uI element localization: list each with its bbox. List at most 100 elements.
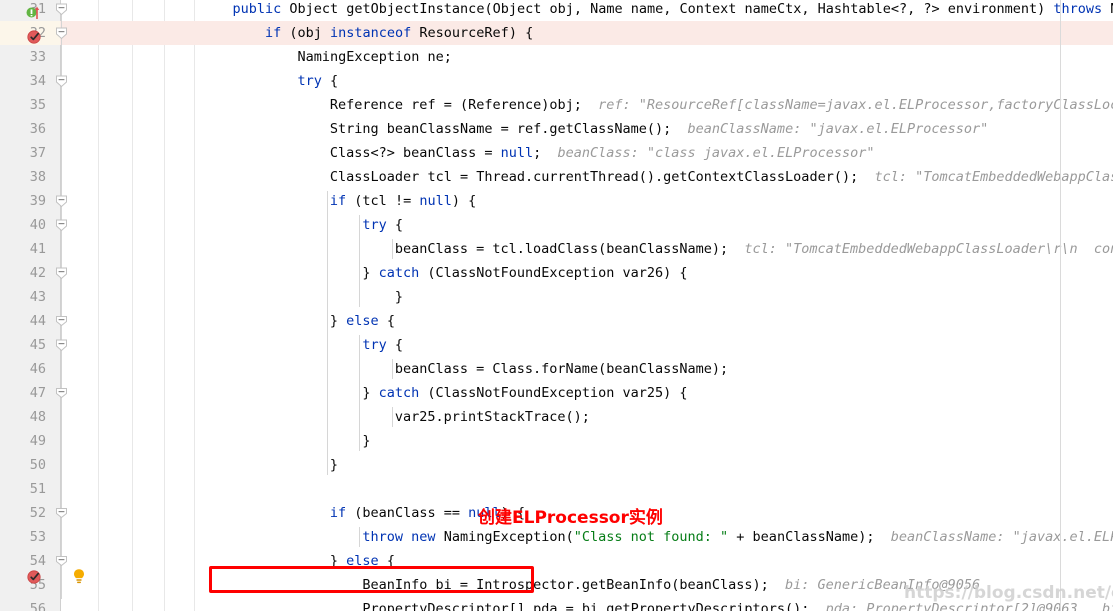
code-line[interactable]: 47 } catch (ClassNotFoundException var25)… [0,381,1113,405]
code-line[interactable]: 50} [0,453,1113,477]
code-text[interactable]: NamingException ne; [297,45,451,69]
code-text[interactable]: Class<?> beanClass = null; beanClass: "c… [330,141,875,165]
code-line[interactable]: 37 Class<?> beanClass = null; beanClass: … [0,141,1113,165]
code-text[interactable]: } else { [330,309,395,333]
breakpoint-verified-icon[interactable] [27,569,42,588]
code-text[interactable]: String beanClassName = ref.getClassName(… [330,117,988,141]
code-text[interactable]: ClassLoader tcl = Thread.currentThread()… [330,165,1113,189]
code-line[interactable]: 39 if (tcl != null) { [0,189,1113,213]
code-editor[interactable]: 31 public Object getObjectInstance(Object… [0,0,1113,611]
fold-marker[interactable] [56,508,67,519]
line-number[interactable]: 48 [0,405,46,429]
code-token: if [264,25,282,41]
code-line[interactable]: 32if (obj instanceof ResourceRef) { [0,21,1113,45]
code-line[interactable]: 44 } else { [0,309,1113,333]
line-number[interactable]: 51 [0,477,46,501]
code-text[interactable]: throw new NamingException("Class not fou… [362,525,1113,549]
code-line[interactable]: 34 try { [0,69,1113,93]
implementing-method-icon[interactable] [26,4,40,24]
code-line[interactable]: 48 var25.printStackTrace(); [0,405,1113,429]
code-text[interactable]: } [330,453,338,477]
code-text[interactable]: if (tcl != null) { [330,189,476,213]
line-number[interactable]: 39 [0,189,46,213]
code-text[interactable]: } catch (ClassNotFoundException var25) { [362,381,687,405]
inline-debug-hint: beanClassName: "javax.el.ELProcessor" [687,121,989,137]
breakpoint-verified-icon[interactable] [27,29,42,48]
line-number[interactable]: 52 [0,501,46,525]
code-line[interactable]: 49} [0,429,1113,453]
fold-marker[interactable] [56,3,67,16]
intention-bulb-icon[interactable] [71,568,87,589]
line-number[interactable]: 36 [0,117,46,141]
code-text[interactable]: } [362,429,370,453]
fold-marker[interactable] [56,316,67,327]
line-number[interactable]: 56 [0,597,46,611]
code-line[interactable]: 38 ClassLoader tcl = Thread.currentThread… [0,165,1113,189]
fold-marker[interactable] [56,27,67,40]
line-number[interactable]: 34 [0,69,46,93]
fold-marker[interactable] [56,195,67,208]
code-text[interactable]: try { [297,69,338,93]
fold-marker[interactable] [56,339,67,352]
code-token: ; [533,145,558,161]
line-number[interactable]: 53 [0,525,46,549]
indent-guide [391,239,393,259]
code-token: Object getObjectInstance(Object obj, Nam… [281,1,1054,17]
code-text[interactable]: BeanInfo bi = Introspector.getBeanInfo(b… [362,573,980,597]
code-token: Reference ref = (Reference)obj; [329,97,599,113]
code-line[interactable]: 36 String beanClassName = ref.getClassNam… [0,117,1113,141]
code-token: NamingException( [435,529,574,545]
line-number[interactable]: 47 [0,381,46,405]
line-number[interactable]: 49 [0,429,46,453]
code-line[interactable]: 33 NamingException ne; [0,45,1113,69]
code-text[interactable]: } catch (ClassNotFoundException var26) { [362,261,687,285]
code-line[interactable]: 35 Reference ref = (Reference)obj; ref: "… [0,93,1113,117]
code-line[interactable]: 31 public Object getObjectInstance(Object… [0,0,1113,21]
code-text[interactable]: try { [362,333,403,357]
line-number[interactable]: 38 [0,165,46,189]
line-number[interactable]: 37 [0,141,46,165]
line-number[interactable]: 45 [0,333,46,357]
code-text[interactable]: var25.printStackTrace(); [395,405,590,429]
code-text[interactable]: } else { [330,549,395,573]
line-number[interactable]: 46 [0,357,46,381]
line-number[interactable]: 44 [0,309,46,333]
line-number[interactable]: 40 [0,213,46,237]
code-text[interactable]: Reference ref = (Reference)obj; ref: "Re… [330,93,1113,117]
line-number[interactable]: 43 [0,285,46,309]
fold-marker[interactable] [56,219,67,232]
code-token: (beanClass == [346,505,469,521]
code-line[interactable]: 45 try { [0,333,1113,357]
fold-marker[interactable] [56,267,67,280]
code-token: } [329,313,347,329]
line-number[interactable]: 42 [0,261,46,285]
annotation-text: 创建ELProcessor实例 [478,508,663,528]
line-number[interactable]: 41 [0,237,46,261]
code-line[interactable]: 53 throw new NamingException("Class not f… [0,525,1113,549]
fold-marker[interactable] [56,388,67,399]
code-line[interactable]: 51 [0,477,1113,501]
code-text[interactable]: beanClass = Class.forName(beanClassName)… [395,357,728,381]
line-number[interactable]: 33 [0,45,46,69]
code-folding-rail[interactable] [52,0,76,611]
fold-marker[interactable] [56,556,67,567]
code-text[interactable]: } [395,285,403,309]
code-line[interactable]: 43} [0,285,1113,309]
code-line[interactable]: 54} else { [0,549,1113,573]
code-token: var25.printStackTrace(); [394,409,590,425]
code-text[interactable]: beanClass = tcl.loadClass(beanClassName)… [395,237,1113,261]
line-number[interactable]: 35 [0,93,46,117]
code-token: + beanClassName); [728,529,891,545]
line-number[interactable]: 50 [0,453,46,477]
indent-guide [359,527,361,547]
code-line[interactable]: 41 beanClass = tcl.loadClass(beanClassNam… [0,237,1113,261]
code-token: } [329,457,339,473]
code-text[interactable]: if (obj instanceof ResourceRef) { [265,21,533,45]
code-text[interactable]: public Object getObjectInstance(Object o… [232,0,1113,21]
code-line[interactable]: 46 beanClass = Class.forName(beanClassNam… [0,357,1113,381]
code-text[interactable]: try { [362,213,403,237]
watermark-text: https://blog.csdn.net/caiqiiqi [904,583,1113,603]
code-line[interactable]: 40 try { [0,213,1113,237]
fold-marker[interactable] [56,75,67,88]
code-line[interactable]: 42 } catch (ClassNotFoundException var26)… [0,261,1113,285]
